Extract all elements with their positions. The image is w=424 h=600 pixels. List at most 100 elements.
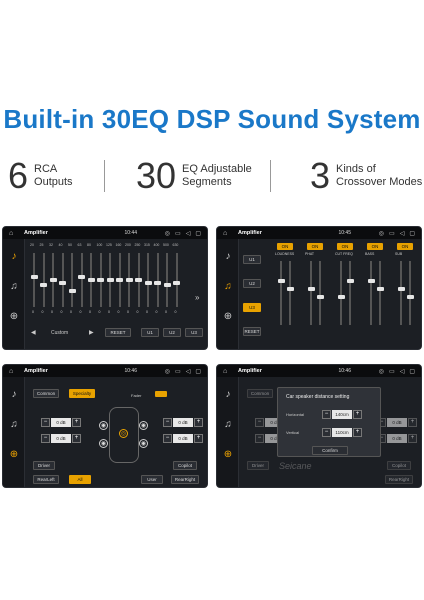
position-icon[interactable]: ⊕ [222, 449, 234, 461]
crossover-slider[interactable] [379, 261, 381, 325]
plus-button[interactable]: + [194, 417, 203, 427]
eq-slider-knob[interactable] [173, 280, 180, 285]
crossover-slider[interactable] [289, 261, 291, 325]
eq-slider[interactable] [33, 253, 35, 307]
window-icon[interactable]: ▭ [175, 230, 181, 237]
minus-button[interactable]: − [41, 417, 50, 427]
specialty-button[interactable]: Specialty [69, 389, 95, 398]
crossover-slider-knob[interactable] [406, 295, 414, 299]
u1-button[interactable]: U1 [243, 255, 261, 264]
crossover-slider-knob[interactable] [397, 287, 405, 291]
plus-button[interactable]: + [408, 433, 417, 443]
position-icon[interactable]: ⊕ [8, 449, 20, 461]
position-icon[interactable]: ⊕ [8, 311, 20, 323]
camera-icon[interactable]: ◎ [379, 230, 384, 237]
driver-button[interactable]: Driver [247, 461, 269, 470]
copilot-button[interactable]: Copilot [173, 461, 197, 470]
eq-slider-knob[interactable] [87, 278, 95, 282]
next-icon[interactable]: ▶ [89, 329, 94, 336]
eq-slider-knob[interactable] [40, 283, 47, 288]
eq-slider-knob[interactable] [49, 278, 57, 282]
home-icon[interactable]: ⌂ [9, 368, 18, 375]
crossover-slider[interactable] [319, 261, 321, 325]
all-button[interactable]: All [69, 475, 91, 484]
crossover-slider[interactable] [310, 261, 312, 325]
eq-icon[interactable]: ♪ [222, 389, 234, 401]
eq-slider-knob[interactable] [154, 280, 161, 285]
eq-slider-knob[interactable] [135, 278, 142, 282]
crossover-slider-knob[interactable] [346, 279, 354, 283]
plus-button[interactable]: + [72, 433, 81, 443]
square-icon[interactable]: ▢ [195, 368, 201, 375]
crossover-icon[interactable]: ♫ [222, 419, 234, 431]
crossover-slider-knob[interactable] [307, 287, 315, 291]
eq-slider-knob[interactable] [59, 280, 66, 285]
speaker-icon[interactable]: ◉ [99, 439, 108, 448]
eq-slider[interactable] [42, 253, 45, 307]
on-toggle[interactable]: ON [397, 243, 413, 250]
db-stepper-rear-left[interactable]: −0 dB+ [41, 433, 81, 443]
crossover-slider[interactable] [280, 261, 282, 325]
crossover-slider-knob[interactable] [376, 287, 384, 291]
eq-slider-knob[interactable] [30, 275, 38, 280]
on-toggle[interactable]: ON [367, 243, 383, 250]
square-icon[interactable]: ▢ [195, 230, 201, 237]
crossover-slider-knob[interactable] [337, 295, 345, 299]
crossover-slider-knob[interactable] [316, 295, 324, 299]
speaker-icon[interactable]: ◉ [99, 421, 108, 430]
back-icon[interactable]: ◁ [186, 230, 191, 237]
u3-button[interactable]: U3 [185, 328, 203, 337]
camera-icon[interactable]: ◎ [165, 368, 170, 375]
on-toggle[interactable]: ON [307, 243, 323, 250]
minus-button[interactable]: − [41, 433, 50, 443]
confirm-button[interactable]: Confirm [312, 446, 348, 455]
speaker-icon[interactable]: ◉ [139, 439, 148, 448]
reset-button[interactable]: RESET [105, 328, 131, 337]
plus-button[interactable]: + [72, 417, 81, 427]
common-button[interactable]: Common [33, 389, 59, 398]
copilot-button[interactable]: Copilot [387, 461, 411, 470]
eq-slider[interactable] [71, 253, 73, 307]
db-stepper-front-right[interactable]: −0 dB + [377, 417, 417, 427]
eq-slider[interactable] [166, 253, 168, 307]
eq-slider-knob[interactable] [97, 278, 104, 282]
camera-icon[interactable]: ◎ [379, 368, 384, 375]
eq-slider-knob[interactable] [144, 280, 152, 285]
db-stepper-rear-right[interactable]: −0 dB + [163, 433, 203, 443]
square-icon[interactable]: ▢ [409, 368, 415, 375]
u3-button[interactable]: U3 [243, 303, 261, 312]
u2-button[interactable]: U2 [243, 279, 261, 288]
position-icon[interactable]: ⊕ [222, 311, 234, 323]
eq-slider[interactable] [80, 253, 83, 307]
square-icon[interactable]: ▢ [409, 230, 415, 237]
minus-button[interactable]: − [322, 409, 331, 419]
vertical-stepper[interactable]: −110cm + [322, 427, 362, 437]
home-icon[interactable]: ⌂ [223, 368, 232, 375]
eq-slider-knob[interactable] [106, 278, 114, 282]
db-stepper-rear-right[interactable]: −0 dB + [377, 433, 417, 443]
eq-icon[interactable]: ♪ [8, 251, 20, 263]
crossover-icon[interactable]: ♫ [8, 419, 20, 431]
horizontal-stepper[interactable]: −140cm + [322, 409, 362, 419]
on-toggle[interactable]: ON [337, 243, 353, 250]
center-point-icon[interactable]: ◎ [119, 429, 128, 438]
prev-icon[interactable]: ◀ [31, 329, 36, 336]
crossover-slider-knob[interactable] [367, 279, 375, 283]
crossover-slider[interactable] [400, 261, 402, 325]
crossover-slider-knob[interactable] [277, 279, 285, 283]
plus-button[interactable]: + [353, 409, 362, 419]
eq-icon[interactable]: ♪ [8, 389, 20, 401]
rearright-button[interactable]: RearRight [385, 475, 413, 484]
rearleft-button[interactable]: RearLeft [33, 475, 59, 484]
u1-button[interactable]: U1 [141, 328, 159, 337]
db-stepper-front-right[interactable]: −0 dB + [163, 417, 203, 427]
crossover-slider[interactable] [349, 261, 351, 325]
eq-slider-knob[interactable] [163, 283, 171, 288]
window-icon[interactable]: ▭ [175, 368, 181, 375]
minus-button[interactable]: − [163, 417, 172, 427]
eq-slider-knob[interactable] [68, 288, 76, 293]
u2-button[interactable]: U2 [163, 328, 181, 337]
eq-slider-knob[interactable] [125, 278, 133, 282]
plus-button[interactable]: + [408, 417, 417, 427]
minus-button[interactable]: − [255, 433, 264, 443]
